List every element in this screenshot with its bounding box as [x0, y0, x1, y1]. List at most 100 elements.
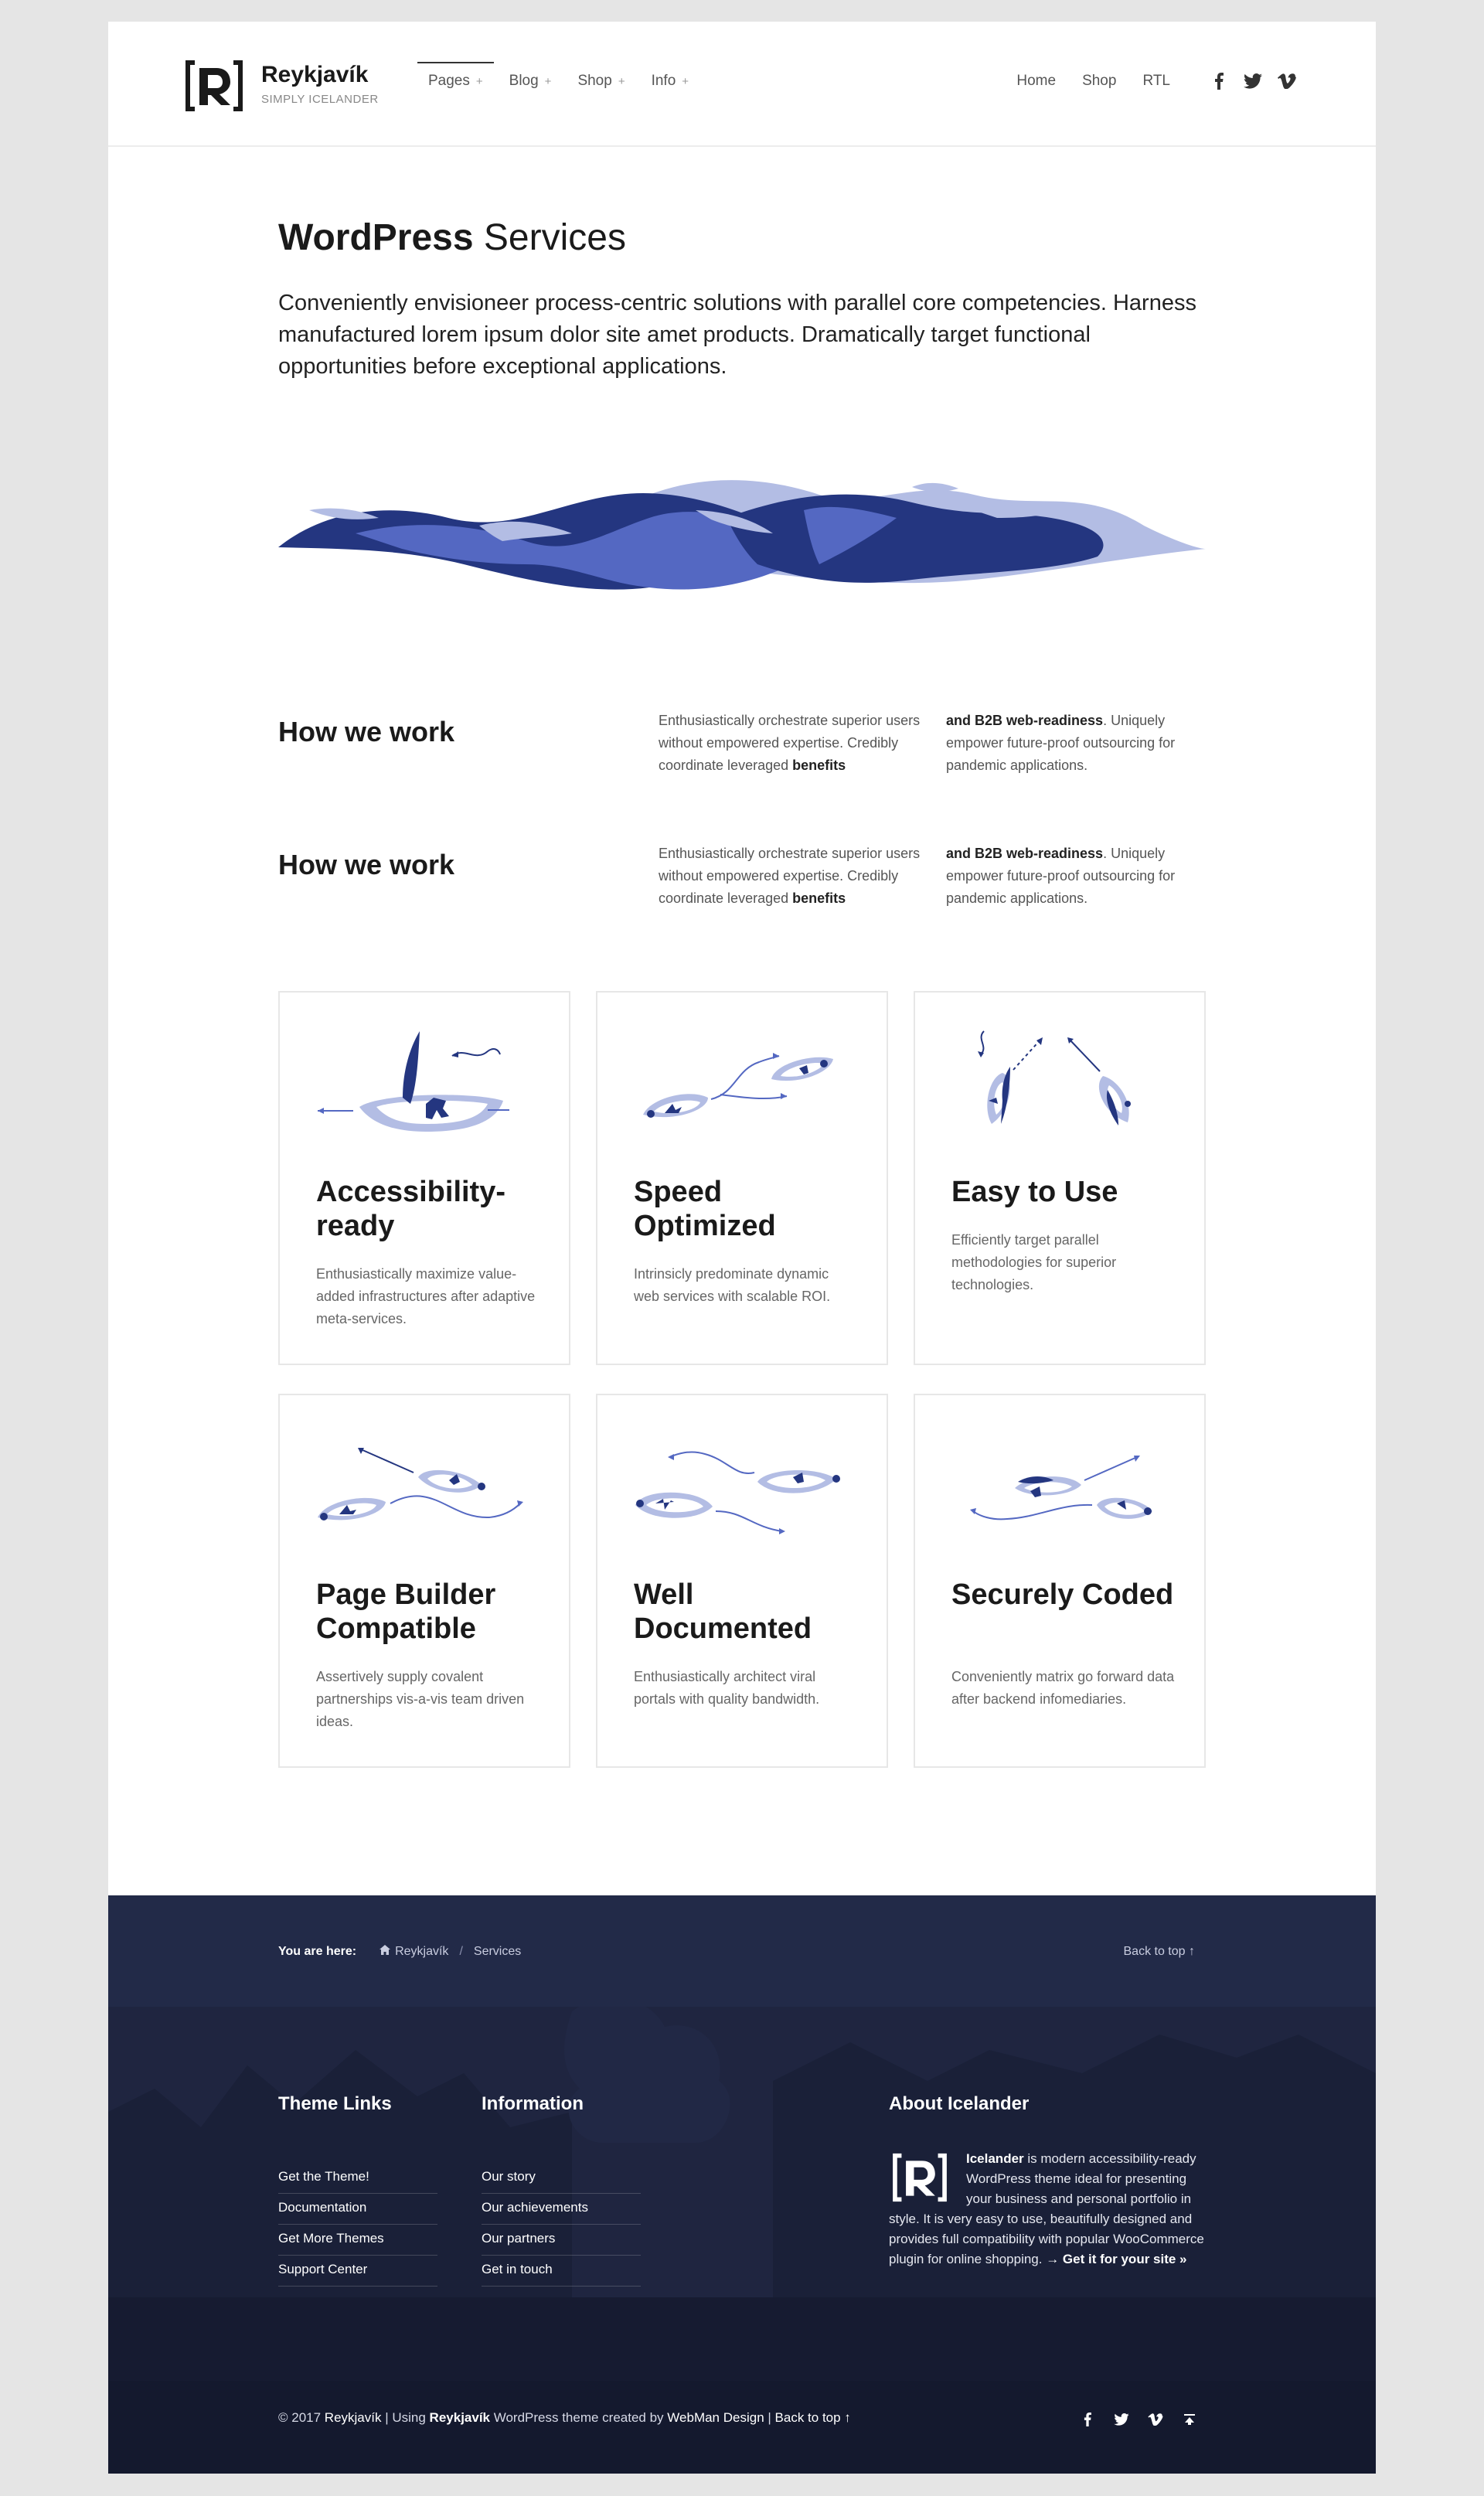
- nav-item-pages[interactable]: Pages +: [417, 62, 494, 100]
- footer-link[interactable]: Documentation: [278, 2194, 437, 2225]
- feature-title: Securely Coded: [951, 1578, 1174, 1611]
- footer-column-title: Theme Links: [278, 2093, 392, 2114]
- breadcrumb-separator: /: [459, 1945, 463, 1958]
- boats-convoy-icon: [970, 1456, 1152, 1520]
- feature-card: Well Documented Enthusiastically archite…: [596, 1394, 888, 1768]
- logo-icon[interactable]: [182, 59, 246, 113]
- feature-text: Assertively supply covalent partnerships…: [316, 1669, 525, 1729]
- footer-link[interactable]: Our partners: [482, 2225, 641, 2256]
- expand-plus-icon: +: [682, 75, 689, 88]
- feature-text: Enthusiastically architect viral portals…: [634, 1669, 820, 1707]
- breadcrumb: You are here: Reykjavík / Services: [278, 1945, 521, 1959]
- feature-card: Speed Optimized Intrinsicly predominate …: [596, 991, 888, 1365]
- about-text: Icelander is modern accessibility-ready …: [889, 2149, 1206, 2270]
- feature-card: Easy to Use Efficiently target parallel …: [914, 991, 1206, 1365]
- feature-title: Accessibility-ready: [316, 1176, 505, 1242]
- footer-column-title: Information: [482, 2093, 584, 2114]
- page-intro: Conveniently envisioneer process-centric…: [278, 291, 1196, 379]
- feature-title: Page Builder Compatible: [316, 1578, 496, 1645]
- site-footer: You are here: Reykjavík / Services Back …: [108, 1895, 1376, 2474]
- feature-text: Conveniently matrix go forward data afte…: [951, 1669, 1175, 1707]
- breadcrumb-home-link[interactable]: Reykjavík: [395, 1945, 448, 1959]
- how-we-work-section: How we work Enthusiastically orchestrate…: [278, 843, 1206, 928]
- text-bold-run: and B2B web-readiness: [946, 846, 1104, 861]
- copyright-theme-link[interactable]: Reykjavík: [430, 2410, 490, 2425]
- footer-link[interactable]: Our achievements: [482, 2194, 641, 2225]
- header-social-links: [1196, 70, 1298, 93]
- home-icon[interactable]: [380, 1945, 391, 1959]
- copyright-separator: |: [764, 2410, 775, 2425]
- breadcrumb-label: You are here:: [278, 1945, 357, 1958]
- how-we-work-section: How we work Enthusiastically orchestrate…: [278, 710, 1206, 795]
- expand-plus-icon: +: [544, 75, 552, 88]
- page-title-light: Services: [473, 217, 626, 258]
- waves-illustration: [278, 480, 1206, 590]
- section-text-column-1: Enthusiastically orchestrate superior us…: [659, 843, 921, 910]
- back-to-top-link[interactable]: Back to top ↑: [1124, 1945, 1196, 1959]
- vimeo-icon[interactable]: [1275, 70, 1298, 93]
- expand-plus-icon: +: [475, 75, 483, 88]
- text-run: Enthusiastically orchestrate superior us…: [659, 846, 921, 906]
- copyright-text: | Using: [381, 2410, 430, 2425]
- feature-text: Intrinsicly predominate dynamic web serv…: [634, 1266, 831, 1304]
- top-link-rtl[interactable]: RTL: [1142, 62, 1170, 100]
- feature-title: Easy to Use: [951, 1176, 1118, 1208]
- section-text-column-2: and B2B web-readiness. Uniquely empower …: [946, 843, 1209, 910]
- logo-icon: [893, 2153, 947, 2202]
- expand-plus-icon: +: [618, 75, 625, 88]
- footer-link[interactable]: Get the Theme!: [278, 2163, 437, 2194]
- copyright-site-link[interactable]: Reykjavík: [325, 2410, 382, 2425]
- about-get-it-link[interactable]: → Get it for your site »: [1046, 2252, 1186, 2266]
- sailboat-icon: [318, 1031, 509, 1132]
- nav-label: Pages: [428, 73, 470, 89]
- secondary-navigation: Home Shop RTL: [990, 62, 1170, 100]
- top-link-home[interactable]: Home: [1016, 62, 1056, 100]
- copyright-back-to-top[interactable]: Back to top ↑: [775, 2410, 851, 2425]
- text-run: Enthusiastically orchestrate superior us…: [659, 713, 921, 773]
- copyright-text: © 2017: [278, 2410, 325, 2425]
- main-navigation: Pages + Blog + Shop + Info +: [417, 62, 704, 100]
- nav-item-info[interactable]: Info +: [641, 62, 699, 100]
- footer-column-theme-links: Theme Links Get the Theme! Documentation…: [278, 2093, 437, 2287]
- text-bold-run: benefits: [792, 890, 846, 906]
- footer-about: About Icelander Icelander is modern acce…: [889, 2093, 1206, 2270]
- vimeo-icon[interactable]: [1144, 2409, 1167, 2430]
- site-tagline: SIMPLY ICELANDER: [261, 93, 379, 106]
- footer-link[interactable]: Our story: [482, 2163, 641, 2194]
- nav-label: Shop: [577, 73, 612, 89]
- page: Reykjavík SIMPLY ICELANDER Pages + Blog + …: [108, 22, 1376, 2474]
- facebook-icon[interactable]: [1076, 2409, 1099, 2430]
- nav-label: Info: [651, 73, 676, 89]
- boats-crossing-icon: [318, 1448, 523, 1520]
- copyright: © 2017 Reykjavík | Using Reykjavík WordP…: [278, 2410, 851, 2426]
- twitter-icon[interactable]: [1241, 70, 1264, 93]
- facebook-icon[interactable]: [1207, 70, 1230, 93]
- footer-column-information: Information Our story Our achievements O…: [482, 2093, 641, 2287]
- section-text-column-2: and B2B web-readiness. Uniquely empower …: [946, 710, 1209, 777]
- back-to-top-icon[interactable]: [1178, 2409, 1201, 2430]
- text-bold-run: benefits: [792, 758, 846, 773]
- footer-column-title: About Icelander: [889, 2093, 1030, 2114]
- page-title-bold: WordPress: [278, 217, 474, 258]
- top-link-shop[interactable]: Shop: [1082, 62, 1116, 100]
- site-title[interactable]: Reykjavík: [261, 62, 368, 88]
- page-title: WordPress Services: [278, 216, 626, 259]
- copyright-author-link[interactable]: WebMan Design: [667, 2410, 764, 2425]
- boats-diverging-icon: [643, 1053, 833, 1118]
- feature-card: Securely Coded Conveniently matrix go fo…: [914, 1394, 1206, 1768]
- footer-link[interactable]: Get in touch: [482, 2256, 641, 2287]
- feature-text: Efficiently target parallel methodologie…: [951, 1232, 1117, 1292]
- nav-item-shop[interactable]: Shop +: [567, 62, 635, 100]
- boats-route-icon: [635, 1451, 840, 1534]
- twitter-icon[interactable]: [1110, 2409, 1133, 2430]
- section-heading: How we work: [278, 716, 455, 747]
- footer-link[interactable]: Get More Themes: [278, 2225, 437, 2256]
- feature-card: Accessibility-ready Enthusiastically max…: [278, 991, 570, 1365]
- copyright-text: WordPress theme created by: [490, 2410, 668, 2425]
- footer-link[interactable]: Support Center: [278, 2256, 437, 2287]
- feature-text: Enthusiastically maximize value-added in…: [316, 1266, 536, 1326]
- site-header: Reykjavík SIMPLY ICELANDER Pages + Blog + …: [108, 22, 1376, 147]
- footer-social-links: [1076, 2409, 1212, 2430]
- feature-title: Well Documented: [634, 1578, 812, 1645]
- nav-item-blog[interactable]: Blog +: [499, 62, 563, 100]
